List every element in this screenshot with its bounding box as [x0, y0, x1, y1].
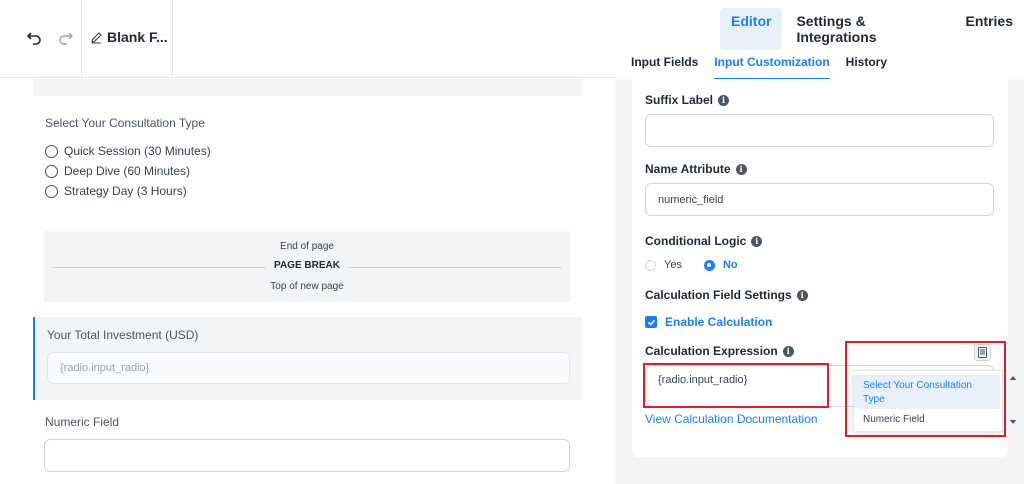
calculation-expression-heading: Calculation Expression i — [645, 344, 794, 358]
info-icon[interactable]: i — [751, 235, 763, 247]
radio-circle-icon[interactable] — [45, 184, 58, 198]
name-attribute-heading: Name Attribute i — [645, 162, 747, 176]
tab-settings-integrations[interactable]: Settings & Integrations — [785, 8, 950, 50]
calculation-settings-heading: Calculation Field Settings i — [645, 288, 808, 302]
total-investment-input[interactable]: {radio.input_radio} — [47, 352, 570, 384]
undo-icon[interactable] — [24, 29, 42, 47]
suffix-label-heading: Suffix Label i — [645, 93, 730, 107]
info-icon[interactable]: i — [735, 163, 747, 175]
selected-field-total-investment[interactable]: Your Total Investment (USD) {radio.input… — [33, 317, 582, 400]
check-icon[interactable] — [645, 316, 657, 328]
conditional-logic-text: Conditional Logic — [645, 234, 747, 248]
page-break-block[interactable]: End of page PAGE BREAK Top of new page — [44, 231, 570, 302]
radio-option[interactable]: Quick Session (30 Minutes) — [45, 144, 211, 158]
pencil-icon — [91, 31, 102, 43]
highlight-box-expression — [643, 363, 829, 408]
numeric-field-input[interactable] — [44, 439, 570, 472]
scroll-up-icon[interactable] — [1009, 374, 1017, 382]
tab-input-fields[interactable]: Input Fields — [623, 45, 706, 79]
info-icon[interactable]: i — [718, 94, 730, 106]
conditional-yes-label: Yes — [664, 259, 682, 271]
sidebar-tabs: Input Fields Input Customization History — [615, 45, 1024, 80]
form-canvas: Select Your Consultation Type Quick Sess… — [0, 79, 615, 484]
enable-calculation-checkbox[interactable]: Enable Calculation — [645, 315, 772, 329]
tab-input-customization[interactable]: Input Customization — [706, 45, 837, 80]
name-attribute-text: Name Attribute — [645, 162, 731, 176]
suffix-label-input[interactable] — [645, 114, 994, 147]
radio-option-label: Quick Session (30 Minutes) — [64, 144, 211, 158]
radio-option-label: Deep Dive (60 Minutes) — [64, 164, 191, 178]
top-bar: Blank F... Editor Settings & Integration… — [0, 0, 1024, 80]
radio-circle-icon[interactable] — [45, 144, 58, 158]
radio-option[interactable]: Strategy Day (3 Hours) — [45, 184, 187, 198]
radio-question-label: Select Your Consultation Type — [45, 116, 205, 130]
radio-option-label: Strategy Day (3 Hours) — [64, 184, 187, 198]
toolbar-divider — [81, 0, 82, 78]
name-attribute-input[interactable]: numeric_field — [645, 183, 994, 216]
conditional-logic-options: Yes No — [645, 259, 738, 271]
calculation-settings-text: Calculation Field Settings — [645, 288, 792, 302]
page-break-title: PAGE BREAK — [266, 260, 348, 271]
toolbar-divider — [172, 0, 173, 78]
radio-no[interactable] — [703, 259, 715, 271]
info-icon[interactable]: i — [796, 289, 808, 301]
tab-history[interactable]: History — [838, 45, 895, 79]
conditional-no-label: No — [722, 259, 738, 271]
form-title-text: Blank F... — [107, 29, 168, 45]
tab-entries[interactable]: Entries — [955, 8, 1024, 50]
redo-icon[interactable] — [58, 29, 76, 47]
page-break-end-label: End of page — [280, 241, 334, 252]
main-tabs: Editor Settings & Integrations Entries — [720, 8, 1024, 50]
tab-editor[interactable]: Editor — [720, 8, 783, 50]
numeric-field-label: Numeric Field — [45, 415, 120, 429]
form-title[interactable]: Blank F... — [90, 29, 168, 45]
field-placeholder-strip[interactable] — [33, 79, 582, 96]
radio-yes[interactable] — [645, 259, 656, 271]
radio-option[interactable]: Deep Dive (60 Minutes) — [45, 164, 190, 178]
calculation-documentation-link[interactable]: View Calculation Documentation — [645, 412, 818, 426]
enable-calculation-label: Enable Calculation — [665, 315, 773, 329]
calculation-expression-text: Calculation Expression — [645, 344, 778, 358]
page-break-start-label: Top of new page — [270, 281, 344, 292]
highlight-box-dropdown — [845, 341, 1006, 437]
conditional-logic-heading: Conditional Logic i — [645, 234, 763, 248]
scroll-down-icon[interactable] — [1009, 418, 1017, 426]
editor-toolbar: Blank F... — [0, 0, 615, 78]
radio-circle-icon[interactable] — [45, 164, 58, 178]
total-investment-label: Your Total Investment (USD) — [47, 328, 199, 342]
info-icon[interactable]: i — [782, 345, 794, 357]
suffix-label-text: Suffix Label — [645, 93, 714, 107]
